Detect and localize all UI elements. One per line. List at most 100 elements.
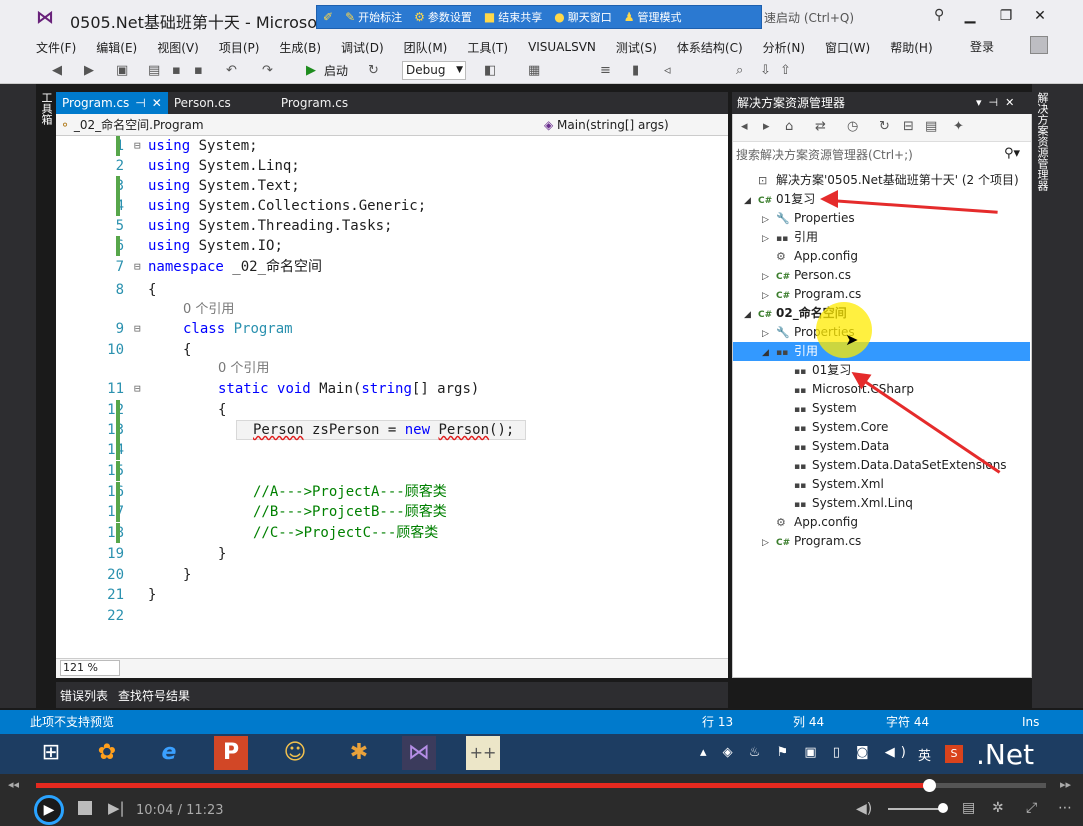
tree-item[interactable]: ▪▪ 01复习	[780, 361, 851, 380]
collapse-icon[interactable]: ⊟	[134, 379, 146, 399]
back-icon[interactable]: ◀	[52, 61, 62, 81]
tab-find-symbol-results[interactable]: 查找符号结果	[118, 687, 190, 704]
save-icon[interactable]: ▪	[172, 61, 181, 81]
code-view[interactable]: 1⊟using System; 2using System.Linq; 3usi…	[56, 136, 728, 658]
tree-item[interactable]: ▪▪ System	[780, 399, 857, 418]
expander-icon[interactable]: ◢	[762, 344, 776, 363]
dropdown-icon[interactable]: ▾	[976, 96, 982, 109]
start-annotate-button[interactable]: ✎ 开始标注	[345, 9, 410, 25]
tree-item[interactable]: ⚙ App.config	[762, 513, 858, 532]
quick-launch-input[interactable]: 速启动 (Ctrl+Q)	[764, 9, 854, 26]
tab-error-list[interactable]: 错误列表	[60, 687, 108, 704]
close-icon[interactable]: ✕	[152, 92, 162, 114]
admin-mode-button[interactable]: ♟ 管理模式	[624, 9, 690, 25]
minimize-button[interactable]: ▁	[960, 6, 980, 26]
close-button[interactable]: ✕	[1030, 6, 1050, 26]
powerpoint-icon[interactable]: P	[214, 736, 248, 770]
bookmark-icon[interactable]: ▮	[632, 61, 639, 81]
expander-icon[interactable]: ▷	[762, 534, 776, 553]
new-project-icon[interactable]: ▣	[116, 61, 128, 81]
sync-icon[interactable]: ⇄	[815, 117, 826, 137]
windows-start-icon[interactable]: ⊞	[34, 736, 68, 770]
tree-item[interactable]: ▪▪ System.Core	[780, 418, 888, 437]
refresh-icon[interactable]: ↻	[879, 117, 890, 137]
volume-icon[interactable]: ◀)	[856, 801, 872, 817]
tab-program-cs[interactable]: Program.cs ⊣ ✕	[56, 92, 168, 114]
volume-slider[interactable]	[888, 808, 942, 810]
member-dropdown[interactable]: ◈ Main(string[] args)	[544, 117, 724, 134]
search-icon[interactable]: ⚲	[934, 7, 944, 23]
system-tray-icons[interactable]: ▴ ◈ ♨ ⚑ ▣ ▯ ◙ ◀)	[700, 745, 912, 760]
menu-visualsvn[interactable]: VISUALSVN	[518, 40, 606, 54]
tree-item[interactable]: ▷🔧Properties	[762, 209, 855, 228]
menu-window[interactable]: 窗口(W)	[815, 39, 880, 56]
open-icon[interactable]: ▤	[148, 61, 160, 81]
menu-edit[interactable]: 编辑(E)	[86, 39, 147, 56]
next-icon[interactable]: ▶|	[108, 799, 125, 817]
menu-build[interactable]: 生成(B)	[269, 39, 331, 56]
menu-file[interactable]: 文件(F)	[0, 39, 86, 56]
volume-knob[interactable]	[938, 803, 948, 813]
save-all-icon[interactable]: ▪	[194, 61, 203, 81]
settings-icon[interactable]: ✲	[992, 800, 1004, 816]
tool-app-icon[interactable]: ✱	[342, 736, 376, 770]
up-arrow-icon[interactable]: ⇧	[780, 61, 791, 81]
pin-icon[interactable]: ✐	[323, 10, 341, 24]
ime-indicator[interactable]: 英	[918, 745, 931, 764]
solution-explorer-side-tab[interactable]: 解决方案资源管理器	[1034, 92, 1050, 212]
collapse-icon[interactable]: ⊟	[134, 319, 146, 339]
menu-project[interactable]: 项目(P)	[209, 39, 270, 56]
toolbar-tool-icon[interactable]: ◧	[484, 61, 496, 81]
chat-window-button[interactable]: ● 聊天窗口	[554, 9, 619, 25]
internet-explorer-icon[interactable]: e	[152, 736, 186, 770]
history-icon[interactable]: ◷	[847, 117, 858, 137]
menu-analyze[interactable]: 分析(N)	[753, 39, 815, 56]
visual-studio-taskbar-icon[interactable]: ⋈	[402, 736, 436, 770]
refresh-icon[interactable]: ↻	[368, 61, 379, 81]
prev-bookmark-icon[interactable]: ◃	[664, 61, 671, 81]
tree-item[interactable]: ▷ C# Person.cs	[762, 266, 851, 285]
toolbox-tab[interactable]: 工具箱	[36, 92, 54, 132]
fullscreen-icon[interactable]: ⤢	[1026, 800, 1037, 816]
properties-icon[interactable]: ✦	[953, 117, 964, 137]
tree-item[interactable]: ▪▪ System.Data	[780, 437, 889, 456]
sign-in-link[interactable]: 登录	[970, 38, 994, 55]
pin-icon[interactable]: ⊣	[989, 96, 999, 109]
play-button[interactable]: ▶	[34, 795, 64, 825]
users-app-icon[interactable]: ☺	[278, 736, 312, 770]
undo-icon[interactable]: ↶	[226, 61, 237, 81]
menu-test[interactable]: 测试(S)	[606, 39, 667, 56]
rewind-icon[interactable]: ◂◂	[8, 778, 19, 791]
more-icon[interactable]: ⋯	[1058, 800, 1072, 816]
show-all-files-icon[interactable]: ▤	[925, 117, 937, 137]
progress-knob[interactable]	[923, 779, 936, 792]
stop-icon[interactable]	[78, 801, 92, 815]
tree-item[interactable]: ▪▪ Microsoft.CSharp	[780, 380, 914, 399]
menu-help[interactable]: 帮助(H)	[880, 39, 942, 56]
search-icon[interactable]: ⚲▾	[1004, 146, 1020, 161]
forward-icon[interactable]: ▶	[84, 61, 94, 81]
menu-tools[interactable]: 工具(T)	[457, 39, 518, 56]
expander-icon[interactable]: ◢	[744, 306, 758, 325]
comment-icon[interactable]: ≡	[600, 61, 611, 81]
sogou-icon[interactable]: S	[945, 745, 963, 763]
pinwheel-app-icon[interactable]: ✿	[90, 736, 124, 770]
collapse-all-icon[interactable]: ⊟	[903, 117, 914, 137]
type-dropdown[interactable]: ⚬ _02_命名空间.Program	[60, 117, 538, 134]
layout-icon[interactable]: ▦	[528, 61, 540, 81]
restore-button[interactable]: ❐	[996, 6, 1016, 26]
expander-icon[interactable]: ◢	[744, 192, 758, 211]
pin-icon[interactable]: ⊣	[135, 92, 145, 114]
menu-debug[interactable]: 调试(D)	[331, 39, 394, 56]
menu-team[interactable]: 团队(M)	[394, 39, 458, 56]
tree-item[interactable]: ▷ ▪▪ 引用	[762, 228, 818, 247]
fast-forward-icon[interactable]: ▸▸	[1060, 778, 1071, 791]
tree-item[interactable]: ▪▪ System.Xml	[780, 475, 884, 494]
tree-item[interactable]: ▪▪ System.Xml.Linq	[780, 494, 913, 513]
account-icon[interactable]	[1030, 36, 1048, 54]
tree-item[interactable]: ◢ ▪▪ 引用	[762, 342, 818, 361]
down-arrow-icon[interactable]: ⇩	[760, 61, 771, 81]
menu-view[interactable]: 视图(V)	[147, 39, 209, 56]
solution-search-input[interactable]: 搜索解决方案资源管理器(Ctrl+;)	[736, 146, 1030, 164]
find-icon[interactable]: ⌕	[736, 61, 743, 81]
